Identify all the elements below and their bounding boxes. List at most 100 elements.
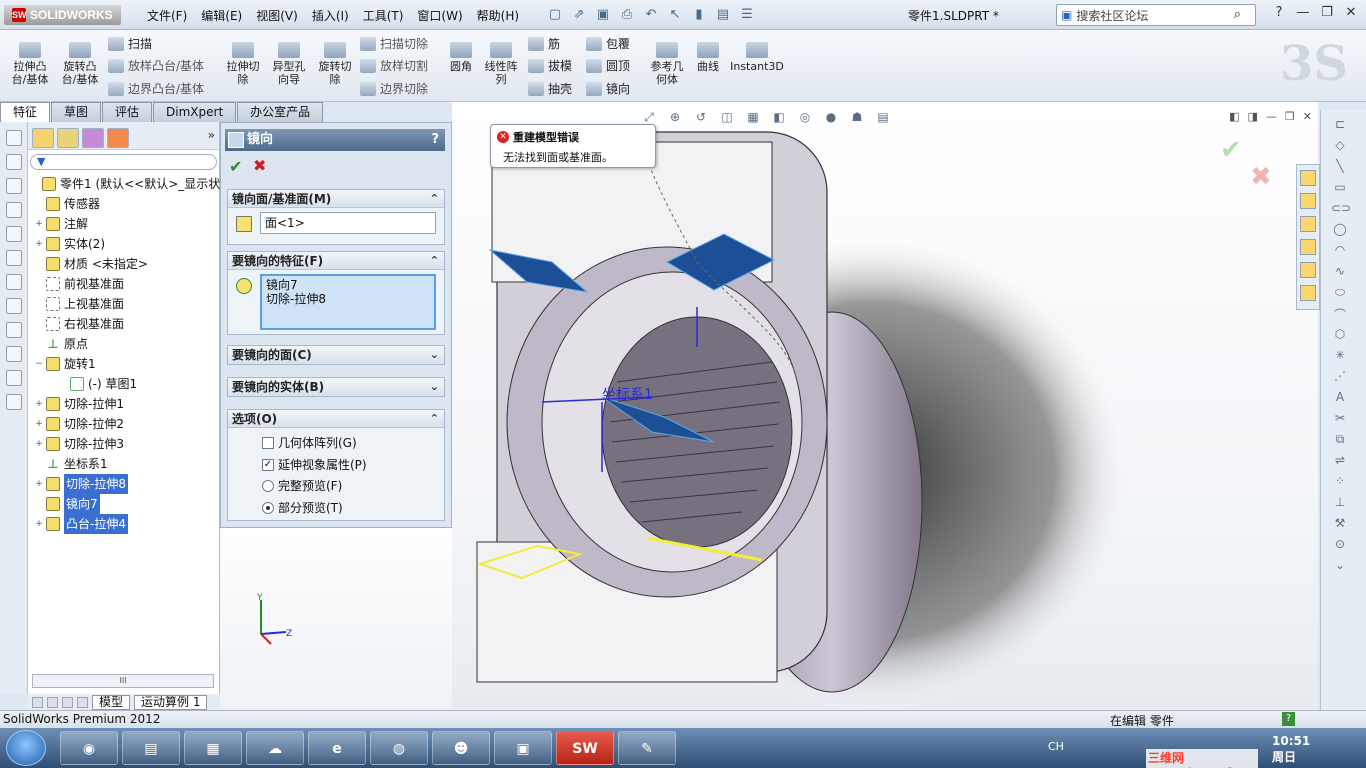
tree-node[interactable]: + 切除-拉伸8	[34, 474, 128, 494]
full-preview-radio[interactable]: 完整预览(F)	[262, 477, 342, 494]
boundary-cut-button[interactable]: 边界切除	[360, 80, 428, 97]
minimize-icon[interactable]: —	[1294, 5, 1312, 20]
menu-edit[interactable]: 编辑(E)	[194, 7, 249, 24]
faces-group-header[interactable]: 要镜向的面(C) ⌄	[228, 346, 444, 364]
prev-tab-icon[interactable]	[47, 696, 58, 708]
sketch-fillet-icon[interactable]: ⌒	[1331, 306, 1349, 322]
text-icon[interactable]: A	[1331, 390, 1349, 404]
tree-horizontal-scrollbar[interactable]: III	[32, 674, 214, 688]
coordinate-system-label[interactable]: 坐标系1	[602, 387, 653, 403]
collapse-icon[interactable]: ⌃	[430, 190, 439, 208]
menu-tools[interactable]: 工具(T)	[356, 7, 411, 24]
tree-node[interactable]: + 切除-拉伸2	[34, 414, 124, 434]
taskbar-solidworks-icon[interactable]: SW	[556, 731, 614, 765]
spline-icon[interactable]: ∿	[1331, 264, 1349, 278]
radio-unselected[interactable]	[262, 479, 274, 492]
tile-right-icon[interactable]: ◨	[1248, 110, 1258, 123]
linear-pattern-button[interactable]: 线性阵 列	[480, 42, 522, 86]
bodies-to-mirror-group[interactable]: 要镜向的实体(B) ⌄	[227, 377, 445, 397]
undo-icon[interactable]: ↶	[641, 5, 661, 25]
mirror-tool-icon[interactable]	[5, 370, 22, 386]
expand-toggle-icon[interactable]: +	[34, 394, 44, 414]
draft-button[interactable]: 拔模	[528, 57, 572, 74]
next-tab-icon[interactable]	[62, 696, 73, 708]
file-explorer-icon[interactable]	[1300, 216, 1316, 232]
tree-node[interactable]: + 切除-拉伸3	[34, 434, 124, 454]
faces-to-mirror-group[interactable]: 要镜向的面(C) ⌄	[227, 345, 445, 365]
instant3d-button[interactable]: Instant3D	[730, 42, 784, 73]
radio-selected[interactable]	[262, 501, 274, 514]
line-icon[interactable]: ╲	[1331, 159, 1349, 173]
menu-help[interactable]: 帮助(H)	[470, 7, 526, 24]
custom-properties-icon[interactable]	[1300, 285, 1316, 301]
menu-insert[interactable]: 插入(I)	[305, 7, 356, 24]
ok-button[interactable]: ✔	[229, 157, 242, 176]
shell-tool-icon[interactable]	[5, 226, 22, 242]
sketch-icon[interactable]: ⊏	[1331, 117, 1349, 131]
loft-cut-button[interactable]: 放样切割	[360, 57, 428, 74]
offset-icon[interactable]: ⧉	[1331, 432, 1349, 446]
more-tabs-icon[interactable]: »	[208, 128, 215, 148]
taskbar-app-360-icon[interactable]: ◉	[60, 731, 118, 765]
start-button[interactable]	[6, 730, 46, 766]
checkbox-checked[interactable]: ✓	[262, 458, 274, 471]
apply-scene-icon[interactable]: ☗	[848, 110, 866, 126]
revolve-boss-button[interactable]: 旋转凸 台/基体	[56, 42, 104, 86]
input-language[interactable]: CH	[1048, 740, 1064, 753]
boss-tool-icon[interactable]	[5, 130, 22, 146]
expand-icon[interactable]: ⌄	[430, 378, 439, 396]
display-relations-icon[interactable]: ⊥	[1331, 495, 1349, 509]
doc-restore-icon[interactable]: ❐	[1285, 110, 1295, 123]
options-group-header[interactable]: 选项(O) ⌃	[228, 410, 444, 428]
tab-motion-study[interactable]: 运动算例 1	[134, 694, 208, 710]
graphics-area[interactable]: 坐标系1	[452, 102, 1318, 710]
propagate-visual-checkbox[interactable]: ✓ 延伸视象属性(P)	[262, 456, 367, 473]
print-icon[interactable]: ⎙	[617, 5, 637, 25]
tree-node[interactable]: 材质 <未指定>	[34, 254, 148, 274]
tree-node[interactable]: ⊥ 原点	[34, 334, 89, 354]
tree-root-part[interactable]: 零件1 (默认<<默认>_显示状态	[30, 174, 232, 194]
wrap-button[interactable]: 包覆	[586, 35, 630, 52]
tree-node[interactable]: ⊥ 坐标系1	[34, 454, 108, 474]
taskbar-ie-icon[interactable]: e	[308, 731, 366, 765]
menu-view[interactable]: 视图(V)	[249, 7, 305, 24]
pm-help-icon[interactable]: ?	[431, 129, 439, 151]
point-icon[interactable]: ✳	[1331, 348, 1349, 362]
dome-button[interactable]: 圆顶	[586, 57, 630, 74]
cancel-button[interactable]: ✖	[253, 156, 266, 175]
tree-filter-input[interactable]: ▼	[30, 154, 217, 170]
feature-manager-tab-icon[interactable]	[32, 128, 54, 148]
tree-node[interactable]: 镜向7	[34, 494, 100, 514]
last-tab-icon[interactable]	[77, 696, 88, 708]
mirror-face-group-header[interactable]: 镜向面/基准面(M) ⌃	[228, 190, 444, 208]
taskbar-contacts-icon[interactable]: ☻	[432, 731, 490, 765]
tree-node[interactable]: 右视基准面	[34, 314, 124, 334]
tree-node[interactable]: 上视基准面	[34, 294, 124, 314]
chamfer-tool-icon[interactable]	[5, 322, 22, 338]
collapse-icon[interactable]: ⌃	[430, 410, 439, 428]
arc-icon[interactable]: ◠	[1331, 243, 1349, 257]
circle-icon[interactable]: ◯	[1331, 222, 1349, 236]
smart-dimension-icon[interactable]: ◇	[1331, 138, 1349, 152]
revolve-cut-button[interactable]: 旋转切 除	[314, 42, 356, 86]
configuration-manager-tab-icon[interactable]	[82, 128, 104, 148]
tree-node[interactable]: − 旋转1	[34, 354, 96, 374]
section-view-icon[interactable]: ◫	[718, 110, 736, 126]
restore-icon[interactable]: ❐	[1318, 5, 1336, 20]
tab-model[interactable]: 模型	[92, 694, 131, 710]
reference-geometry-button[interactable]: 参考几 何体	[646, 42, 688, 86]
repair-sketch-icon[interactable]: ⚒	[1331, 516, 1349, 530]
open-icon[interactable]: ⇗	[569, 5, 589, 25]
collapse-icon[interactable]: ⌃	[430, 252, 439, 270]
taskbar-explorer-icon[interactable]: ▤	[122, 731, 180, 765]
centerline-icon[interactable]: ⋰	[1331, 369, 1349, 383]
status-help-icon[interactable]: ?	[1282, 712, 1295, 726]
expand-toggle-icon[interactable]: +	[34, 514, 44, 534]
save-icon[interactable]: ▣	[593, 5, 613, 25]
taskbar-cloud-icon[interactable]: ☁	[246, 731, 304, 765]
tree-node[interactable]: + 实体(2)	[34, 234, 105, 254]
close-icon[interactable]: ✕	[1342, 5, 1360, 20]
view-palette-icon[interactable]	[1300, 239, 1316, 255]
expand-icon[interactable]: ⌄	[430, 346, 439, 364]
confirmation-cancel-icon[interactable]: ✖	[1250, 162, 1272, 192]
